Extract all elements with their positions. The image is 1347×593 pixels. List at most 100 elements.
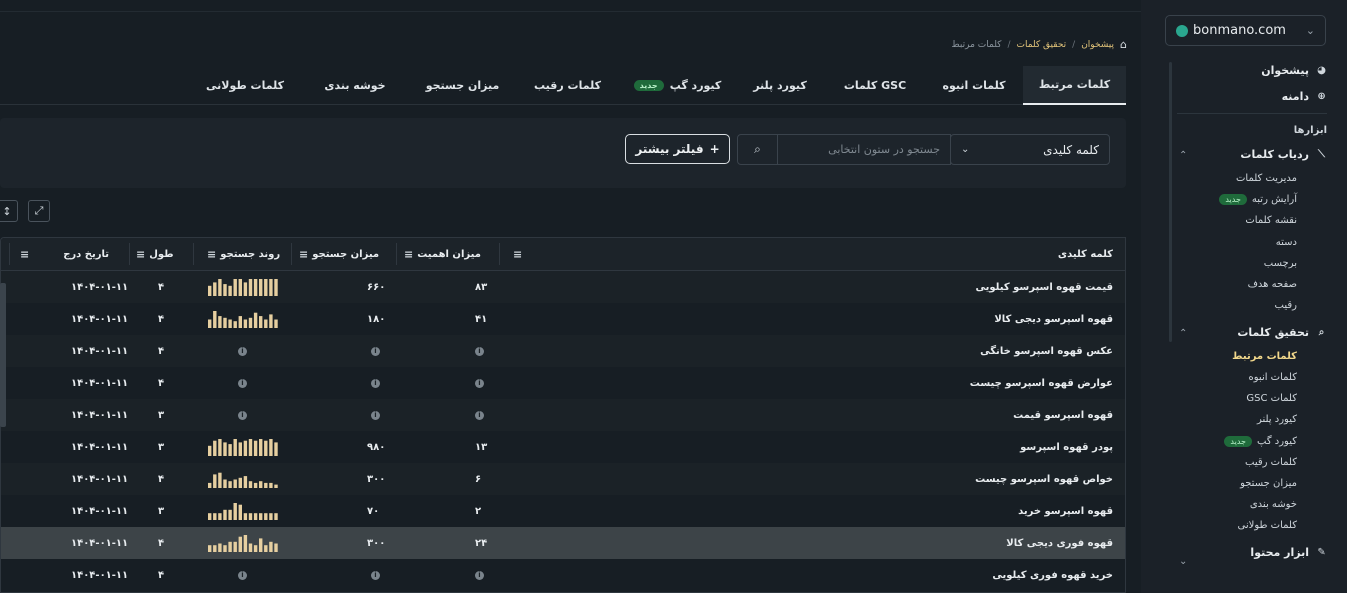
column-select[interactable]: کلمه کلیدی ⌄ bbox=[950, 134, 1110, 165]
trend-bar bbox=[208, 319, 212, 328]
header-date[interactable]: تاریخ درج ≡ bbox=[20, 238, 109, 271]
trend-bar bbox=[228, 509, 232, 520]
sidebar-subitem[interactable]: کلمات طولانی bbox=[1238, 520, 1297, 531]
chevron-up-icon[interactable]: ⌃ bbox=[1179, 328, 1187, 339]
header-label: کلمه کلیدی bbox=[1057, 249, 1113, 260]
sidebar-item-domain[interactable]: ⊕ دامنه bbox=[1282, 90, 1327, 103]
info-icon[interactable]: i bbox=[238, 346, 247, 356]
info-icon[interactable]: i bbox=[238, 378, 247, 388]
trend-bar bbox=[233, 541, 237, 552]
trend-bar bbox=[264, 319, 268, 328]
sidebar-subitem-active[interactable]: کلمات مرتبط bbox=[1232, 351, 1297, 362]
table-row[interactable]: قهوه اسپرسو دیجی کالا ۴۱ ۱۸۰ ۴ ۱۴۰۴-۰۱-۱۱ bbox=[1, 303, 1125, 335]
breadcrumb-item[interactable]: پیشخوان bbox=[1081, 40, 1114, 50]
chevron-up-icon[interactable]: ⌃ bbox=[1179, 150, 1187, 161]
domain-select[interactable]: bonmano.com ⌄ bbox=[1165, 15, 1326, 46]
tab-competitor-keywords[interactable]: کلمات رقیب bbox=[515, 66, 620, 105]
sidebar-subitem[interactable]: برچسب bbox=[1264, 258, 1297, 269]
trend-bar bbox=[233, 439, 237, 456]
home-icon[interactable]: ⌂ bbox=[1120, 38, 1127, 51]
sidebar-subitem-label: کیورد پلنر bbox=[1256, 414, 1297, 425]
info-icon[interactable]: i bbox=[475, 410, 484, 420]
menu-icon[interactable]: ≡ bbox=[20, 248, 29, 261]
table-scrollbar[interactable] bbox=[0, 283, 6, 427]
table-row[interactable]: قیمت قهوه اسپرسو کیلویی ۸۳ ۶۶۰ ۴ ۱۴۰۴-۰۱-۱۱ bbox=[1, 271, 1125, 303]
table-row[interactable]: پودر قهوه اسپرسو ۱۳ ۹۸۰ ۳ ۱۴۰۴-۰۱-۱۱ bbox=[1, 431, 1125, 463]
info-icon[interactable]: i bbox=[371, 570, 380, 580]
sort-icon[interactable]: ↕ bbox=[0, 200, 18, 222]
tab-label: کلمات انبوه bbox=[942, 79, 1006, 92]
trend-bar bbox=[223, 545, 227, 552]
header-trend[interactable]: روند جستجو ≡ bbox=[207, 238, 280, 271]
header-importance[interactable]: میزان اهمیت ≡ bbox=[404, 238, 481, 271]
menu-icon[interactable]: ≡ bbox=[299, 248, 308, 261]
tab-bulk-keywords[interactable]: کلمات انبوه bbox=[925, 66, 1023, 105]
info-icon[interactable]: i bbox=[475, 346, 484, 356]
table-row[interactable]: قهوه اسپرسو قیمت i i i ۳ ۱۴۰۴-۰۱-۱۱ bbox=[1, 399, 1125, 431]
header-volume[interactable]: میزان جستجو ≡ bbox=[299, 238, 379, 271]
chevron-down-icon[interactable]: ⌄ bbox=[1179, 556, 1187, 567]
sidebar-subitem[interactable]: آرایش رتبه جدید bbox=[1219, 194, 1297, 205]
info-icon[interactable]: i bbox=[238, 570, 247, 580]
tab-related-keywords[interactable]: کلمات مرتبط bbox=[1023, 66, 1126, 105]
sidebar-item-dashboard[interactable]: ◕ پیشخوان bbox=[1261, 64, 1327, 77]
info-icon[interactable]: i bbox=[475, 570, 484, 580]
tab-search-volume[interactable]: میزان جستجو bbox=[410, 66, 515, 105]
volume-cell: ۶۶۰ bbox=[367, 281, 386, 293]
search-icon[interactable]: ⌕ bbox=[738, 135, 778, 164]
info-icon[interactable]: i bbox=[238, 410, 247, 420]
tab-long-tail-keywords[interactable]: کلمات طولانی bbox=[190, 66, 300, 105]
sidebar-subitem[interactable]: رقیب bbox=[1275, 300, 1297, 311]
sidebar-item-keyword-research[interactable]: ⌕ تحقیق کلمات bbox=[1237, 326, 1327, 339]
column-divider bbox=[499, 243, 500, 265]
info-icon[interactable]: i bbox=[475, 378, 484, 388]
info-icon[interactable]: i bbox=[371, 378, 380, 388]
info-icon[interactable]: i bbox=[371, 346, 380, 356]
tab-gsc-keywords[interactable]: کلمات GSC bbox=[825, 66, 925, 105]
sidebar-subitem[interactable]: کلمات انبوه bbox=[1249, 372, 1297, 383]
sidebar-item-rank-tracker[interactable]: ⟋ ردیاب کلمات bbox=[1240, 148, 1327, 161]
header-length[interactable]: طول ≡ bbox=[136, 238, 174, 271]
sidebar-subitem[interactable]: خوشه بندی bbox=[1250, 499, 1297, 510]
table-row[interactable]: خواص قهوه اسپرسو چیست ۶ ۳۰۰ ۴ ۱۴۰۴-۰۱-۱۱ bbox=[1, 463, 1125, 495]
trend-bar bbox=[274, 279, 278, 296]
table-row[interactable]: قهوه فوری دیجی کالا ۲۴ ۳۰۰ ۴ ۱۴۰۴-۰۱-۱۱ bbox=[1, 527, 1125, 559]
sidebar-subitem[interactable]: کلمات GSC bbox=[1246, 393, 1297, 404]
trend-bar bbox=[233, 479, 237, 488]
menu-icon[interactable]: ≡ bbox=[404, 248, 413, 261]
plus-icon: + bbox=[709, 142, 720, 156]
menu-icon[interactable]: ≡ bbox=[207, 248, 216, 261]
header-keyword[interactable]: کلمه کلیدی bbox=[1058, 238, 1113, 271]
table-row[interactable]: قهوه اسپرسو خرید ۲ ۷۰ ۳ ۱۴۰۴-۰۱-۱۱ bbox=[1, 495, 1125, 527]
trend-bar bbox=[208, 545, 212, 552]
sidebar-scrollbar[interactable] bbox=[1169, 62, 1172, 342]
tab-keyword-planner[interactable]: کیورد پلنر bbox=[735, 66, 825, 105]
trend-sparkline bbox=[208, 279, 278, 296]
expand-icon[interactable]: ⤢ bbox=[28, 200, 50, 222]
trend-bar bbox=[269, 513, 273, 520]
table-row[interactable]: عکس قهوه اسپرسو خانگی i i i ۴ ۱۴۰۴-۰۱-۱۱ bbox=[1, 335, 1125, 367]
sidebar-subitem[interactable]: نقشه کلمات bbox=[1245, 215, 1297, 226]
sidebar-subitem[interactable]: کیورد پلنر bbox=[1257, 414, 1297, 425]
sidebar-subitem[interactable]: میزان جستجو bbox=[1240, 478, 1297, 489]
tab-keyword-gap[interactable]: کیورد گپ جدید bbox=[620, 66, 735, 105]
sidebar-subitem[interactable]: مدیریت کلمات bbox=[1236, 173, 1297, 184]
sidebar-subitem-label: برچسب bbox=[1263, 258, 1297, 269]
trend-bar bbox=[223, 509, 227, 520]
sidebar-subitem[interactable]: کیورد گپ جدید bbox=[1224, 436, 1297, 447]
sidebar-subitem[interactable]: کلمات رقیب bbox=[1245, 457, 1297, 468]
tab-clustering[interactable]: خوشه بندی bbox=[300, 66, 410, 105]
trend-bar bbox=[223, 479, 227, 488]
search-input[interactable] bbox=[778, 135, 950, 164]
table-row[interactable]: خرید قهوه فوری کیلویی i i i ۴ ۱۴۰۴-۰۱-۱۱ bbox=[1, 559, 1125, 591]
sidebar-subitem[interactable]: صفحه هدف bbox=[1248, 279, 1297, 290]
sidebar-subitem[interactable]: دسته bbox=[1276, 237, 1297, 248]
more-filters-button[interactable]: + فیلتر بیشتر bbox=[625, 134, 730, 164]
menu-icon[interactable]: ≡ bbox=[513, 238, 522, 271]
info-icon[interactable]: i bbox=[371, 410, 380, 420]
sidebar-item-content-tools[interactable]: ✎ ابزار محتوا bbox=[1250, 546, 1327, 559]
menu-icon[interactable]: ≡ bbox=[136, 248, 145, 261]
breadcrumb-item[interactable]: تحقیق کلمات bbox=[1017, 40, 1067, 50]
table-row[interactable]: عوارض قهوه اسپرسو چیست i i i ۴ ۱۴۰۴-۰۱-۱۱ bbox=[1, 367, 1125, 399]
keyword-cell: قهوه فوری دیجی کالا bbox=[1006, 537, 1113, 549]
